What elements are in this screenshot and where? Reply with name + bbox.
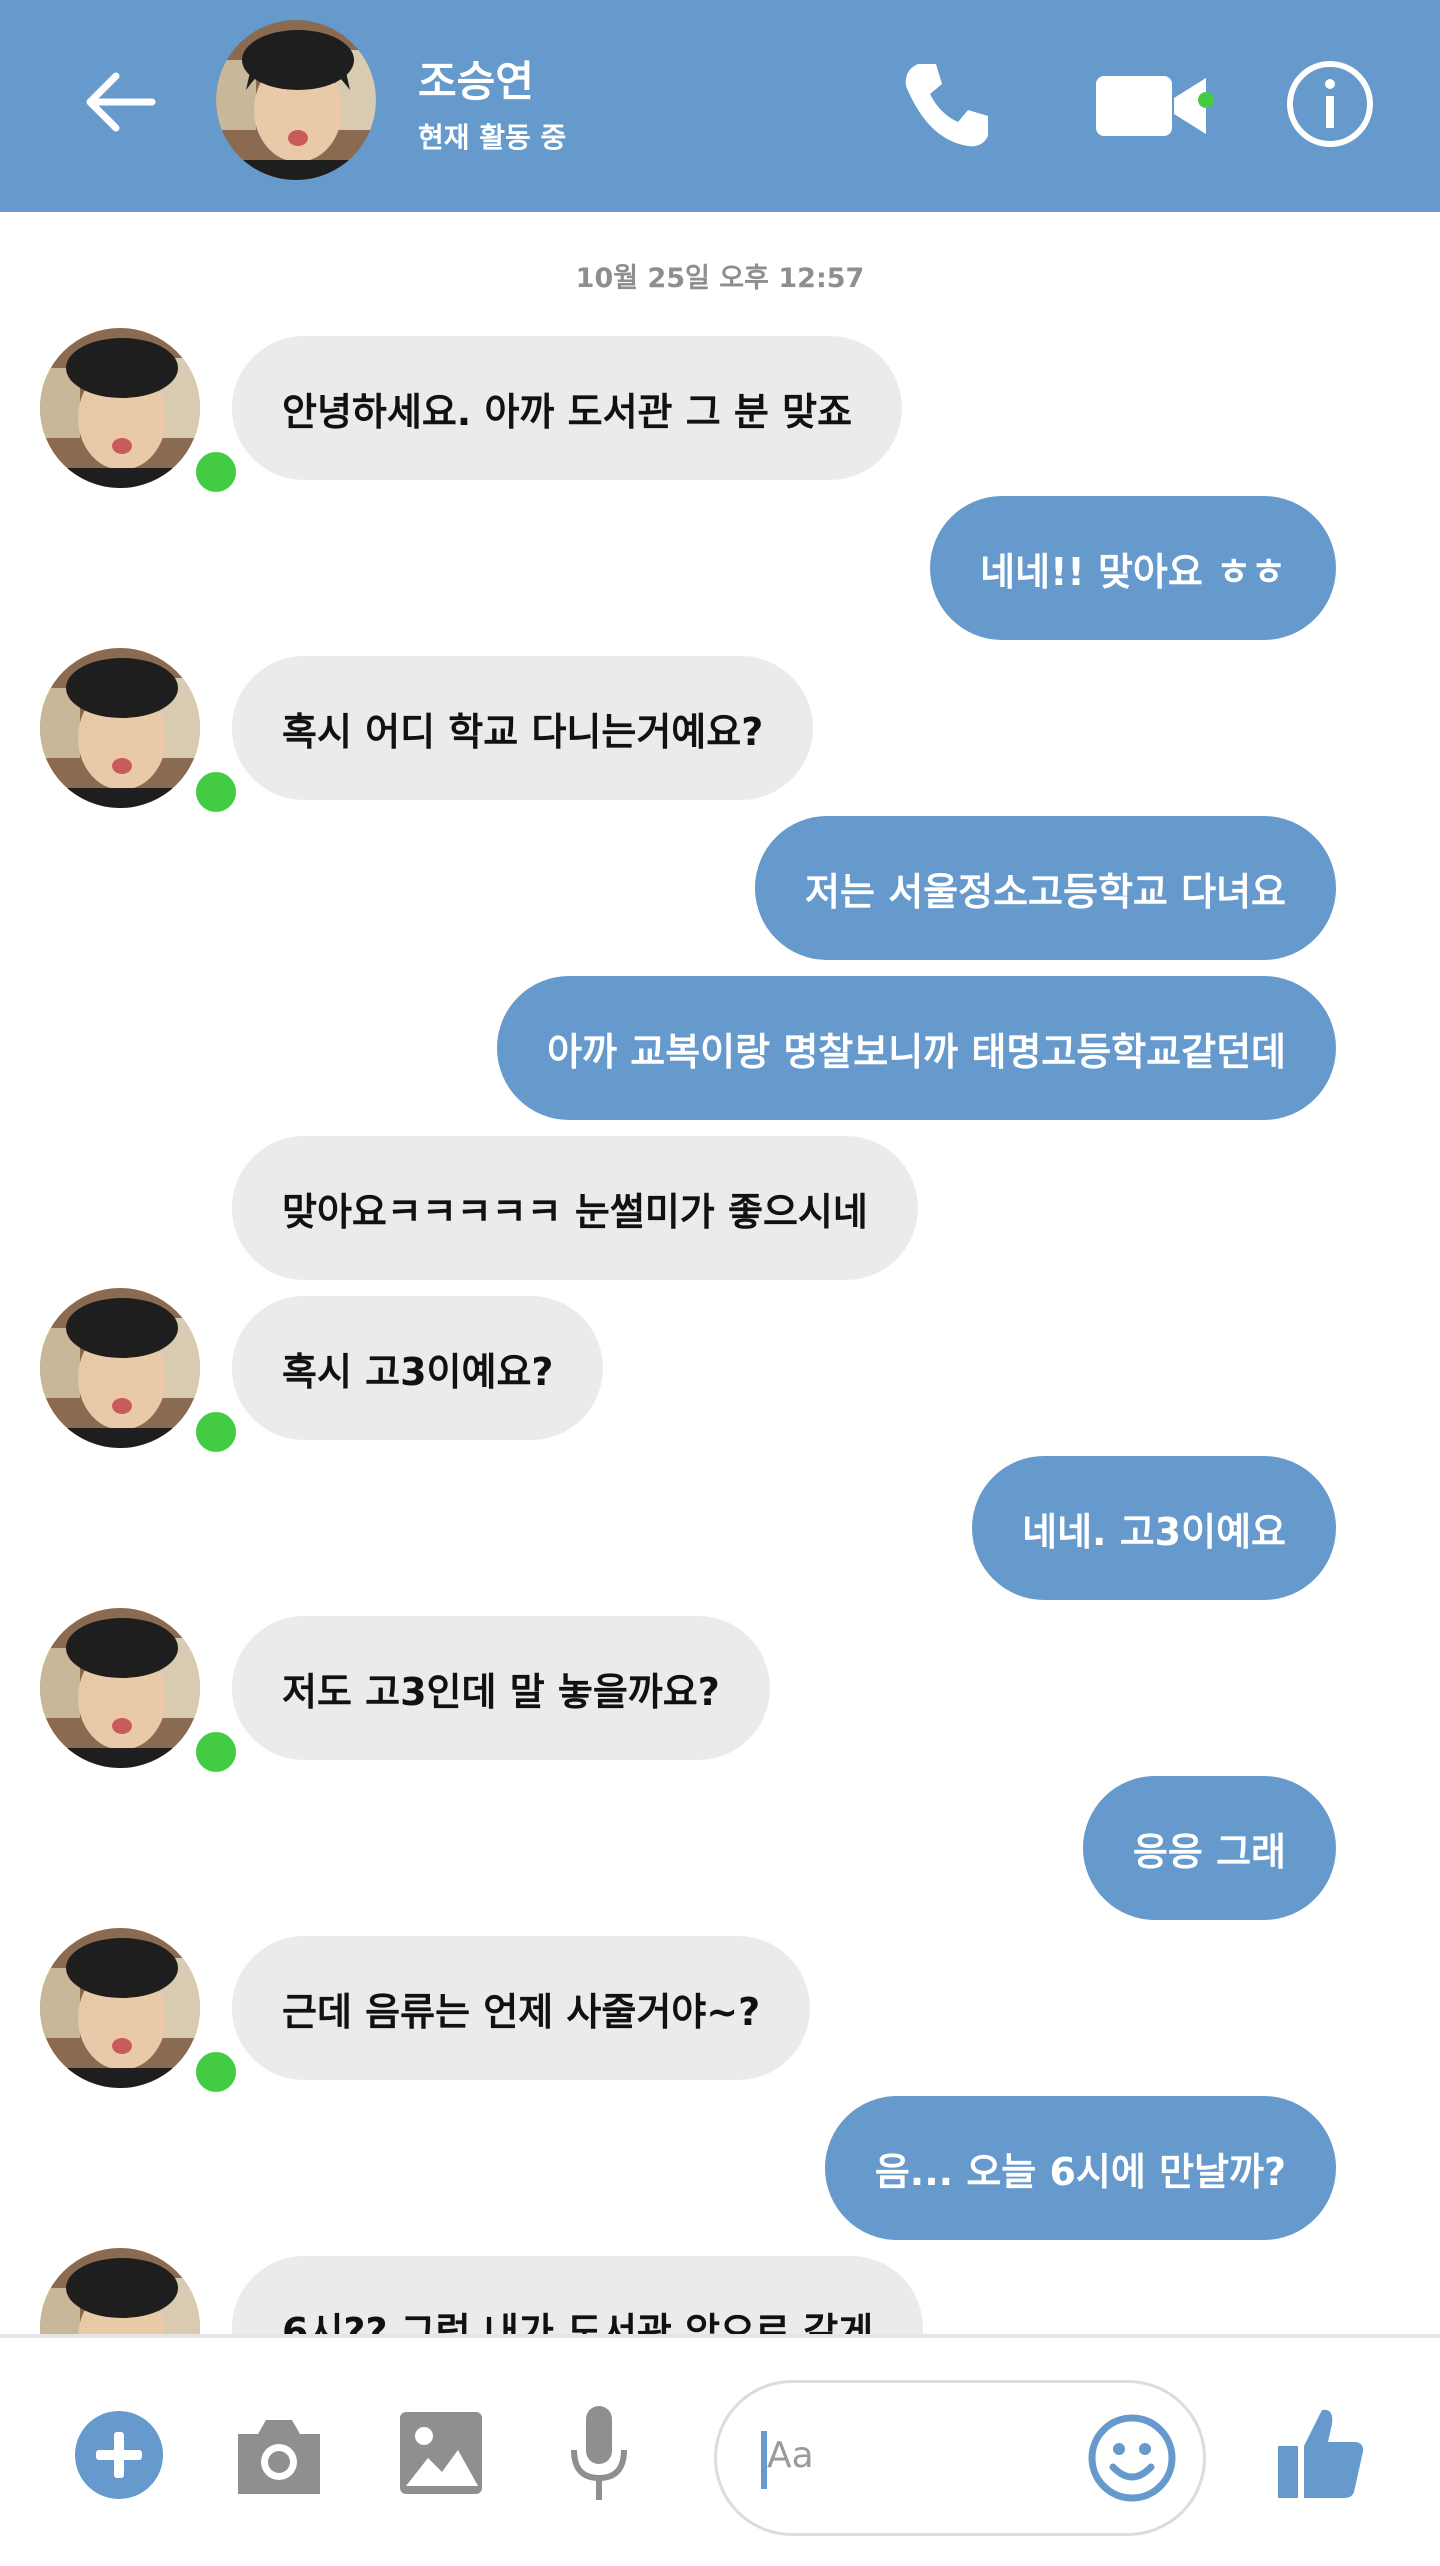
incoming-message-bubble[interactable]: 혹시 고3이예요? xyxy=(232,1296,604,1440)
arrow-left-icon xyxy=(86,72,156,132)
sender-photo xyxy=(40,1928,200,2088)
back-button[interactable] xyxy=(80,62,160,142)
camera-button[interactable] xyxy=(234,2412,324,2498)
outgoing-message-bubble[interactable]: 아까 교복이랑 명찰보니까 태명고등학교같던데 xyxy=(497,976,1336,1120)
sender-photo xyxy=(40,328,200,488)
outgoing-message-bubble[interactable]: 저는 서울정소고등학교 다녀요 xyxy=(755,816,1336,960)
outgoing-message-bubble[interactable]: 네네. 고3이예요 xyxy=(972,1456,1336,1600)
incoming-message-bubble[interactable]: 저도 고3인데 말 놓을까요? xyxy=(232,1616,770,1760)
online-indicator xyxy=(190,2046,242,2098)
outgoing-message-row: 네네!! 맞아요 ㅎㅎ xyxy=(0,496,1440,640)
sender-avatar[interactable] xyxy=(40,1928,242,2098)
online-indicator xyxy=(190,1406,242,1458)
incoming-message-bubble[interactable]: 맞아요ㅋㅋㅋㅋㅋ 눈썰미가 좋으시네 xyxy=(232,1136,918,1280)
incoming-message-row: 6시?? 그럼 내가 도서관 앞으로 갈게 xyxy=(0,2248,1440,2334)
incoming-message-bubble[interactable]: 근데 음류는 언제 사줄거야~? xyxy=(232,1936,811,2080)
sender-photo xyxy=(40,648,200,808)
message-input-placeholder: Aa xyxy=(767,2435,814,2476)
plus-circle-icon xyxy=(75,2411,163,2499)
phone-icon xyxy=(905,64,988,147)
gallery-button[interactable] xyxy=(398,2410,484,2496)
incoming-message-row: 혹시 어디 학교 다니는거예요? xyxy=(0,648,1440,818)
contact-avatar[interactable] xyxy=(216,20,376,180)
video-available-dot xyxy=(1198,92,1214,108)
thumbs-up-icon xyxy=(1278,2409,1364,2498)
sender-avatar[interactable] xyxy=(40,328,242,498)
contact-name: 조승연 xyxy=(418,57,534,106)
add-button[interactable] xyxy=(74,2410,164,2500)
incoming-message-row: 저도 고3인데 말 놓을까요? xyxy=(0,1608,1440,1778)
sender-photo xyxy=(40,2248,200,2334)
outgoing-message-row: 응응 그래 xyxy=(0,1776,1440,1920)
call-button[interactable] xyxy=(898,56,994,152)
voice-message-button[interactable] xyxy=(564,2404,634,2504)
outgoing-message-row: 저는 서울정소고등학교 다녀요 xyxy=(0,816,1440,960)
info-icon xyxy=(1287,61,1373,147)
online-indicator xyxy=(190,766,242,818)
emoji-button[interactable] xyxy=(1087,2413,1177,2503)
incoming-message-bubble[interactable]: 혹시 어디 학교 다니는거예요? xyxy=(232,656,814,800)
sender-avatar[interactable] xyxy=(40,2248,200,2334)
outgoing-message-bubble[interactable]: 음... 오늘 6시에 만날까? xyxy=(824,2096,1336,2240)
contact-status: 현재 활동 중 xyxy=(418,121,567,154)
microphone-icon xyxy=(571,2406,627,2500)
sender-photo xyxy=(40,1608,200,1768)
outgoing-message-bubble[interactable]: 응응 그래 xyxy=(1082,1776,1336,1920)
video-camera-icon xyxy=(1096,76,1214,136)
incoming-message-bubble[interactable]: 안녕하세요. 아까 도서관 그 분 맞죠 xyxy=(232,336,903,480)
video-call-button[interactable] xyxy=(1094,66,1224,146)
outgoing-message-row: 네네. 고3이예요 xyxy=(0,1456,1440,1600)
outgoing-message-row: 아까 교복이랑 명찰보니까 태명고등학교같던데 xyxy=(0,976,1440,1120)
incoming-message-bubble[interactable]: 6시?? 그럼 내가 도서관 앞으로 갈게 xyxy=(232,2256,924,2334)
incoming-message-row: 맞아요ㅋㅋㅋㅋㅋ 눈썰미가 좋으시네 xyxy=(0,1136,1440,1280)
image-icon xyxy=(400,2412,482,2494)
message-list[interactable]: 10월 25일 오후 12:57 안녕하세요. 아까 도서관 그 분 맞죠 네네!… xyxy=(0,212,1440,2334)
sender-avatar[interactable] xyxy=(40,648,242,818)
chat-header: 조승연 현재 활동 중 xyxy=(0,0,1440,212)
message-timestamp: 10월 25일 오후 12:57 xyxy=(575,263,865,294)
incoming-message-row: 근데 음류는 언제 사줄거야~? xyxy=(0,1928,1440,2098)
outgoing-message-bubble[interactable]: 네네!! 맞아요 ㅎㅎ xyxy=(930,496,1336,640)
sender-avatar[interactable] xyxy=(40,1608,242,1778)
outgoing-message-row: 음... 오늘 6시에 만날까? xyxy=(0,2096,1440,2240)
message-input[interactable]: Aa xyxy=(714,2380,1206,2536)
sender-photo xyxy=(40,1288,200,1448)
contact-photo xyxy=(216,20,376,180)
incoming-message-row: 안녕하세요. 아까 도서관 그 분 맞죠 xyxy=(0,328,1440,498)
incoming-message-row: 혹시 고3이예요? xyxy=(0,1288,1440,1458)
composer-bar: Aa xyxy=(0,2334,1440,2566)
online-indicator xyxy=(190,1726,242,1778)
online-indicator xyxy=(190,446,242,498)
like-button[interactable] xyxy=(1276,2402,1366,2502)
camera-icon xyxy=(238,2420,320,2494)
sender-avatar[interactable] xyxy=(40,1288,242,1458)
smiley-icon xyxy=(1088,2414,1176,2502)
info-button[interactable] xyxy=(1282,56,1378,152)
